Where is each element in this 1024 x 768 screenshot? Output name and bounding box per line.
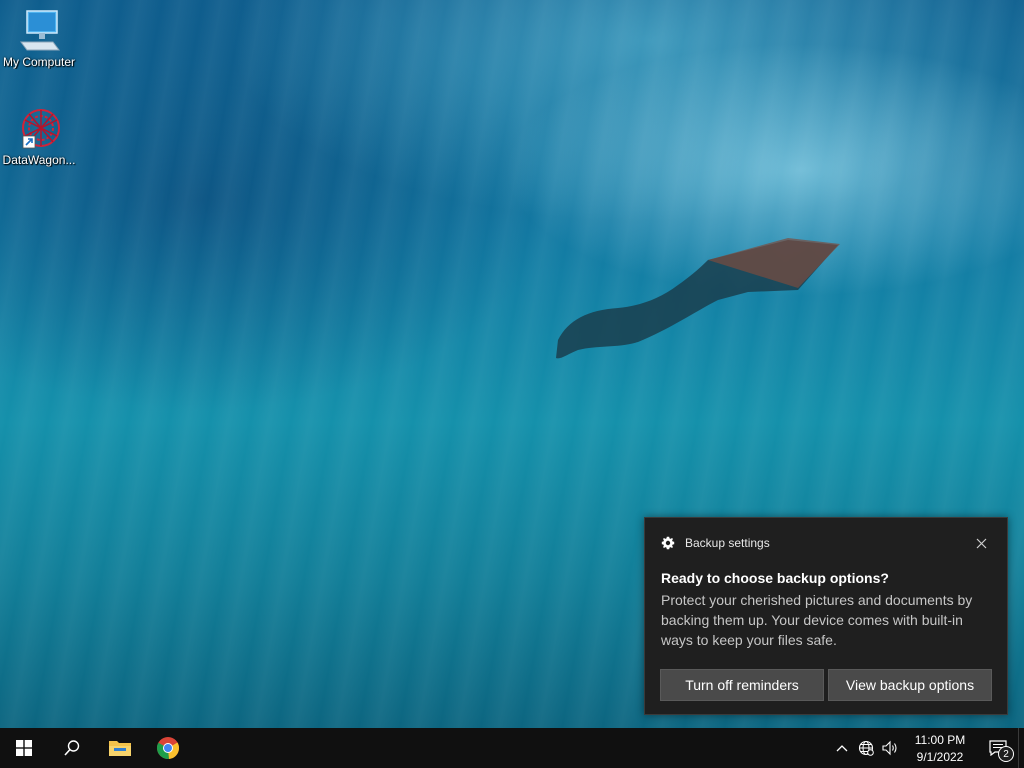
system-tray: 11:00 PM 9/1/2022 2 [830,728,1024,768]
show-desktop-button[interactable] [1018,728,1024,768]
toast-body: Protect your cherished pictures and docu… [661,592,973,648]
turn-off-reminders-button[interactable]: Turn off reminders [660,669,824,701]
wallpaper-diver [556,238,840,359]
desktop-icon-my-computer[interactable]: My Computer [0,8,78,69]
datawagon-app-icon [15,106,63,152]
toast-title: Ready to choose backup options? [661,570,889,586]
backup-notification-toast[interactable]: Backup settings Ready to choose backup o… [644,517,1008,715]
desktop-icon-label: DataWagon... [2,153,76,167]
toast-app-name: Backup settings [685,536,770,550]
taskbar: 11:00 PM 9/1/2022 2 [0,728,1024,768]
file-explorer-button[interactable] [96,728,144,768]
start-button[interactable] [0,728,48,768]
show-hidden-icons-button[interactable] [830,728,854,768]
folder-icon [109,741,131,756]
toast-header: Backup settings [661,536,770,550]
close-button[interactable] [973,535,989,551]
view-backup-options-button[interactable]: View backup options [828,669,992,701]
computer-icon [15,8,63,54]
volume-button[interactable] [878,728,902,768]
gear-icon [661,536,675,550]
notification-count-badge: 2 [998,746,1014,762]
search-button[interactable] [48,728,96,768]
search-icon [64,740,80,756]
desktop-icon-datawagon[interactable]: DataWagon... [0,106,78,167]
chrome-button[interactable] [144,728,192,768]
clock-time: 11:00 PM [914,732,966,747]
clock[interactable]: 11:00 PM 9/1/2022 [902,731,978,766]
desktop-icon-label: My Computer [2,55,76,69]
chevron-up-icon [836,745,848,752]
network-globe-icon [858,740,874,756]
close-icon [976,538,986,548]
windows-icon [16,740,32,756]
network-button[interactable] [854,728,878,768]
action-center-button[interactable]: 2 [978,728,1018,768]
clock-date: 9/1/2022 [916,749,964,764]
speaker-icon [882,740,897,756]
chrome-icon [156,737,179,760]
